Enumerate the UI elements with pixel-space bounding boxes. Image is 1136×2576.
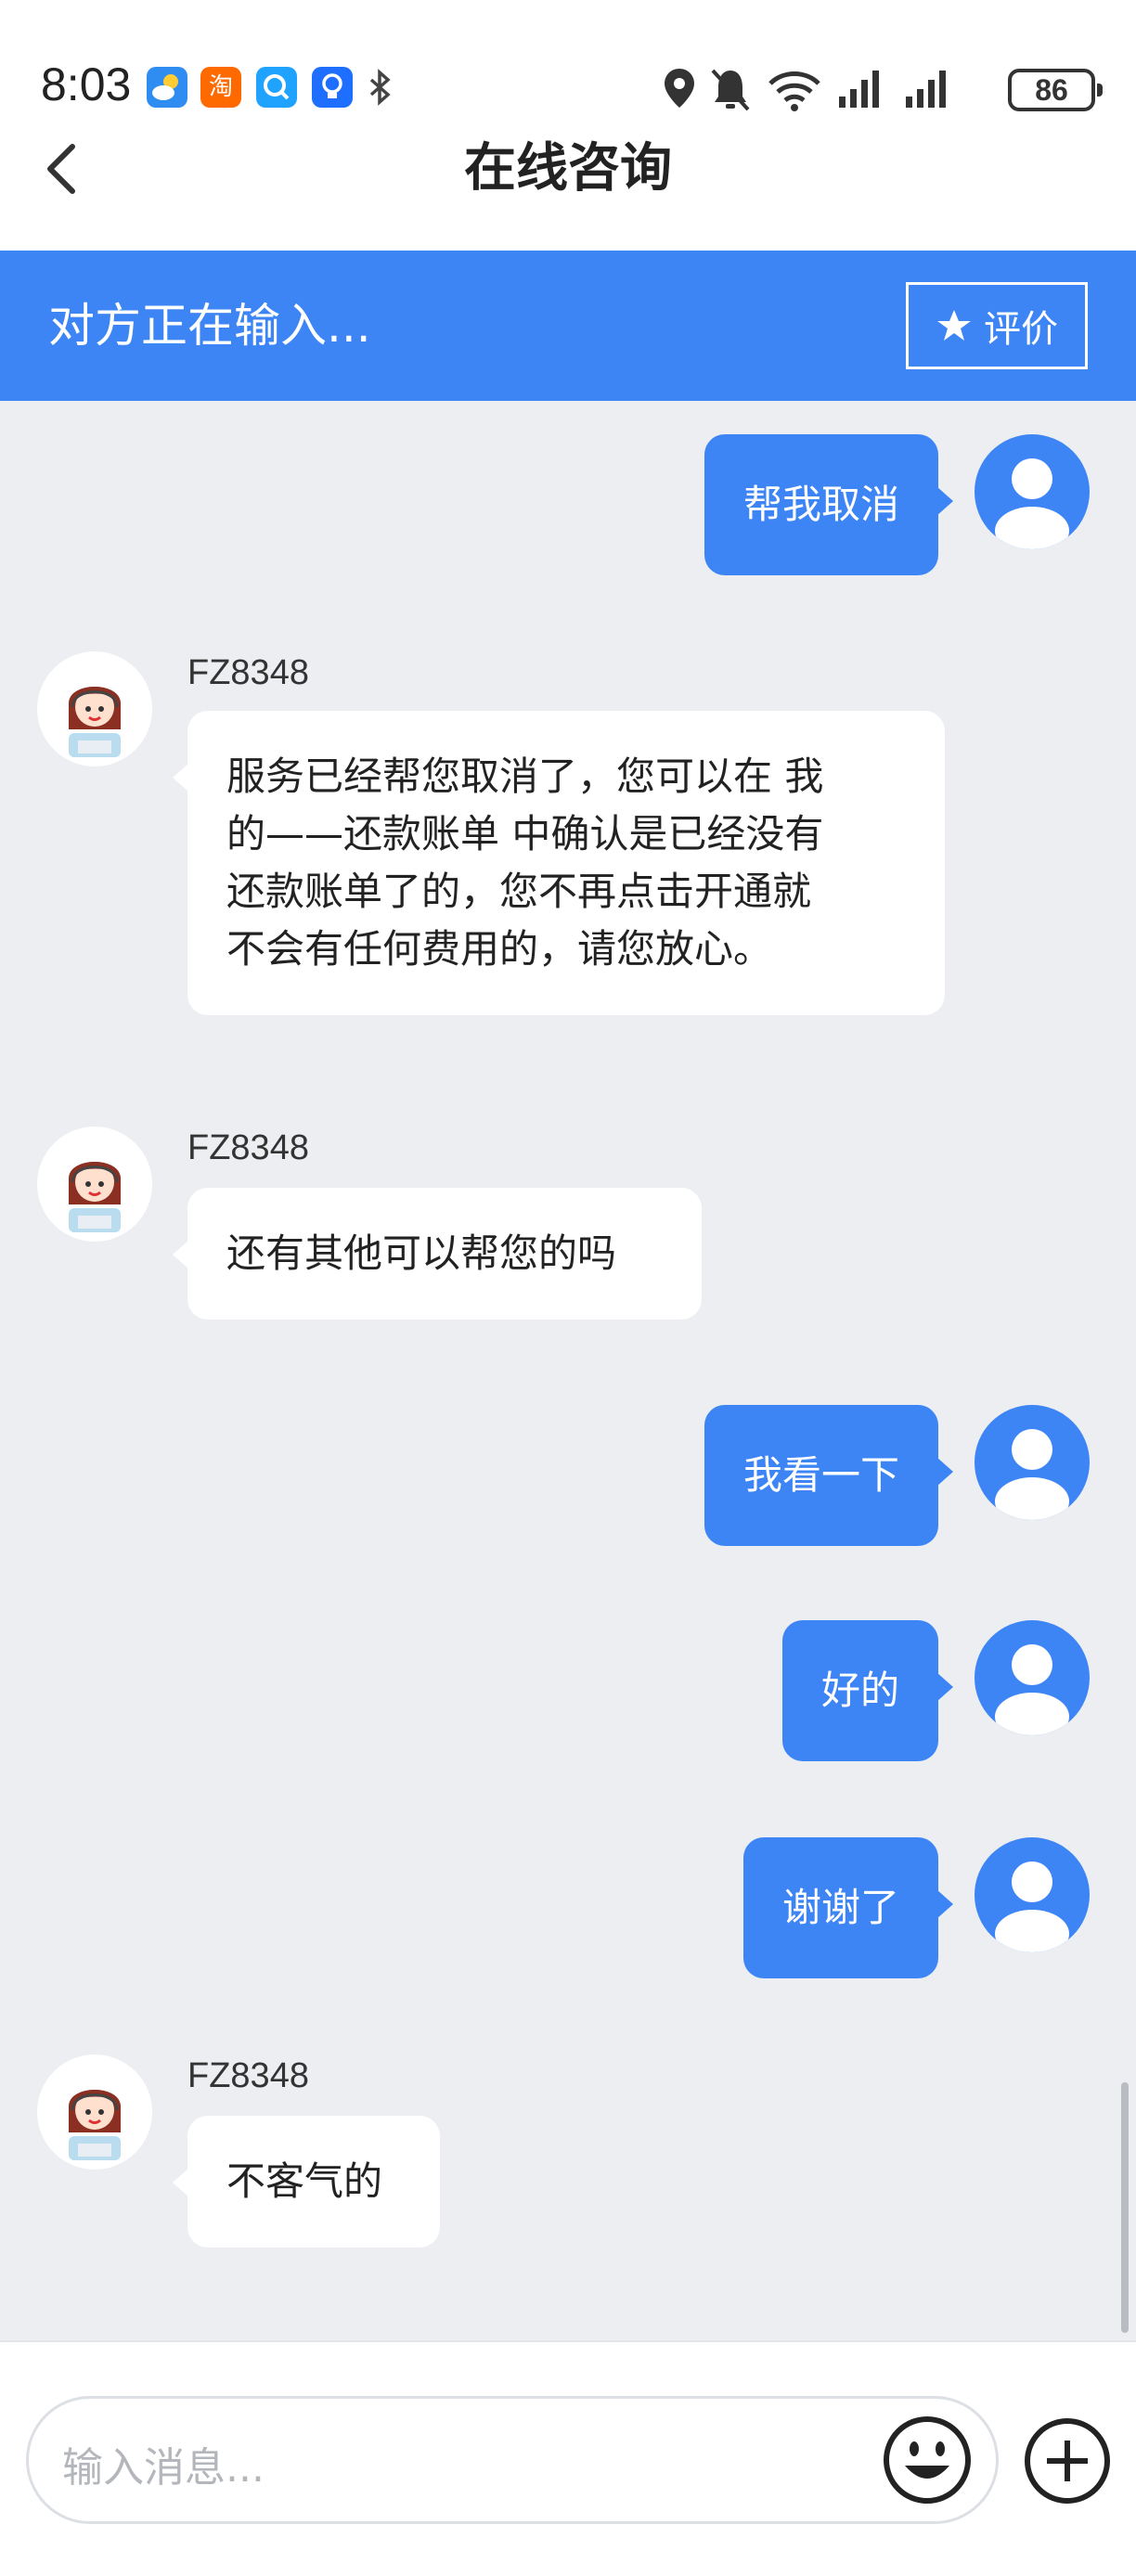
outgoing-message-bubble: 谢谢了	[742, 1837, 954, 1978]
bulb-app-icon	[312, 67, 353, 108]
status-banner: 对方正在输入... 评价	[0, 251, 1136, 401]
agent-avatar-icon	[37, 651, 152, 766]
location-icon	[665, 69, 694, 108]
agent-avatar[interactable]	[37, 2054, 152, 2170]
user-avatar-icon	[995, 1644, 1069, 1735]
agent-avatar-icon	[37, 1127, 152, 1242]
agent-avatar-icon	[37, 2054, 152, 2170]
status-right: 86	[659, 63, 1103, 115]
message-line: 不会有任何费用的，请您放心。	[226, 926, 773, 972]
message-input-placeholder: 输入消息...	[62, 2444, 265, 2492]
add-attachment-button[interactable]	[1021, 2415, 1114, 2507]
agent-avatar[interactable]	[37, 651, 152, 766]
composer-bar: 输入消息...	[0, 2340, 1136, 2576]
wifi-icon	[768, 71, 820, 111]
incoming-message-bubble: 不客气的	[173, 2116, 440, 2248]
user-avatar-icon	[995, 1429, 1069, 1520]
incoming-message-bubble: 服务已经帮您取消了，您可以在 我 的——还款账单 中确认是已经没有 还款账单了的…	[173, 711, 945, 1015]
status-bar: 8:03 淘 86	[0, 46, 1136, 122]
message-text: 帮我取消	[742, 482, 899, 527]
message-line: 服务已经帮您取消了，您可以在 我	[226, 753, 824, 799]
title-bar: 在线咨询	[0, 121, 1136, 213]
search-app-icon	[256, 67, 297, 108]
taobao-icon: 淘	[200, 67, 241, 108]
emoji-button[interactable]	[879, 2412, 975, 2508]
user-avatar-icon	[995, 1861, 1069, 1952]
sender-name: FZ8348	[187, 1128, 309, 1167]
chat-scrollbar[interactable]	[1121, 2082, 1129, 2333]
typing-indicator: 对方正在输入...	[48, 299, 371, 353]
bluetooth-icon	[360, 67, 401, 108]
top-header: 8:03 淘 86 在线咨询	[0, 0, 1136, 251]
message-input[interactable]: 输入消息...	[26, 2396, 999, 2524]
message-text: 我看一下	[742, 1452, 899, 1498]
sender-name: FZ8348	[187, 2056, 309, 2095]
message-text: 不客气的	[226, 2158, 383, 2204]
signal-icon-1	[839, 71, 879, 108]
rate-label: 评价	[984, 308, 1058, 351]
message-line: 还款账单了的，您不再点击开通就	[226, 869, 812, 914]
star-icon	[937, 310, 971, 341]
battery-indicator: 86	[1008, 69, 1103, 111]
rate-button[interactable]: 评价	[906, 282, 1088, 369]
message-line: 的——还款账单 中确认是已经没有	[226, 811, 824, 857]
user-avatar-icon	[995, 458, 1069, 549]
page-title: 在线咨询	[464, 138, 672, 199]
plus-circle-icon	[1025, 2418, 1110, 2504]
sender-name: FZ8348	[187, 653, 309, 692]
taobao-glyph: 淘	[208, 73, 233, 101]
signal-icon-2	[906, 71, 946, 108]
chat-area[interactable]: 帮我取消 FZ8348 服务已经帮您取消了，您可以在 我 的——还款账单 中确认…	[0, 401, 1136, 2340]
user-avatar[interactable]	[975, 1405, 1090, 1520]
user-avatar[interactable]	[975, 1620, 1090, 1735]
message-text: 好的	[820, 1668, 899, 1713]
weather-icon	[147, 67, 187, 108]
user-avatar[interactable]	[975, 1837, 1090, 1952]
user-avatar[interactable]	[975, 434, 1090, 549]
message-text: 还有其他可以帮您的吗	[226, 1230, 617, 1276]
mute-bell-icon	[711, 69, 750, 111]
outgoing-message-bubble: 帮我取消	[704, 434, 954, 575]
incoming-message-bubble: 还有其他可以帮您的吗	[173, 1188, 702, 1320]
emoji-icon	[884, 2416, 971, 2504]
outgoing-message-bubble: 好的	[781, 1620, 954, 1761]
status-time: 8:03	[41, 58, 132, 110]
message-text: 谢谢了	[781, 1885, 899, 1930]
outgoing-message-bubble: 我看一下	[704, 1405, 954, 1546]
agent-avatar[interactable]	[37, 1127, 152, 1242]
